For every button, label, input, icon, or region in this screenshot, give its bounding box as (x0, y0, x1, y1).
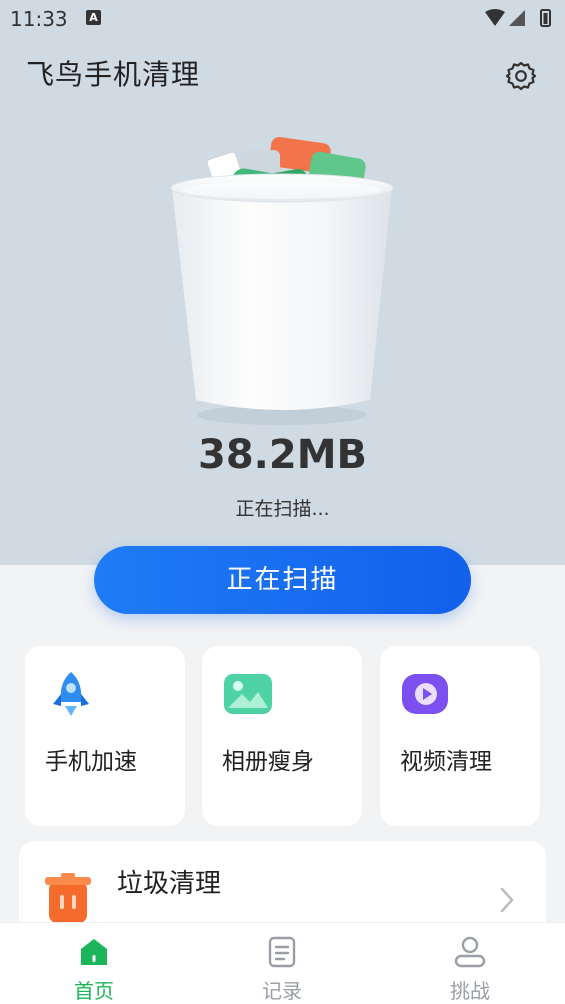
video-clean-label: 视频清理 (400, 749, 492, 775)
chevron-right-icon (500, 887, 514, 913)
settings-gear-icon[interactable] (505, 60, 537, 92)
phone-speedup-label: 手机加速 (45, 749, 137, 775)
home-icon (81, 939, 107, 965)
tab-home[interactable]: 首页 (34, 923, 154, 1004)
tab-home-label: 首页 (74, 979, 114, 1003)
album-slim-label: 相册瘦身 (222, 749, 314, 775)
rocket-icon (53, 672, 89, 716)
album-slim-card[interactable]: 相册瘦身 (202, 646, 362, 826)
tab-challenge[interactable]: 挑战 (410, 923, 530, 1004)
app-title: 飞鸟手机清理 (26, 58, 201, 91)
notification-badge-icon: A (86, 10, 101, 25)
tab-records-label: 记录 (262, 979, 302, 1003)
status-icons (485, 9, 551, 27)
trash-bin-illustration (170, 137, 394, 425)
junk-clean-title: 垃圾清理 (117, 869, 222, 899)
video-clean-card[interactable]: 视频清理 (380, 646, 540, 826)
user-icon (454, 936, 486, 968)
status-bar: 11:33 A (0, 0, 565, 36)
scan-size-value: 38.2MB (198, 432, 367, 478)
trash-icon (45, 873, 91, 923)
scan-button[interactable]: 正在扫描 (94, 546, 471, 614)
wifi-icon (485, 9, 505, 26)
video-icon (402, 674, 448, 714)
bottom-tab-bar: 首页 记录 挑战 (0, 922, 565, 1004)
status-time: 11:33 (10, 7, 68, 31)
phone-speedup-card[interactable]: 手机加速 (25, 646, 185, 826)
photo-icon (224, 674, 272, 714)
tab-challenge-label: 挑战 (450, 979, 490, 1003)
scan-status-text: 正在扫描... (235, 498, 330, 520)
signal-icon (509, 10, 525, 26)
tab-records[interactable]: 记录 (222, 923, 342, 1004)
document-icon (268, 936, 296, 968)
